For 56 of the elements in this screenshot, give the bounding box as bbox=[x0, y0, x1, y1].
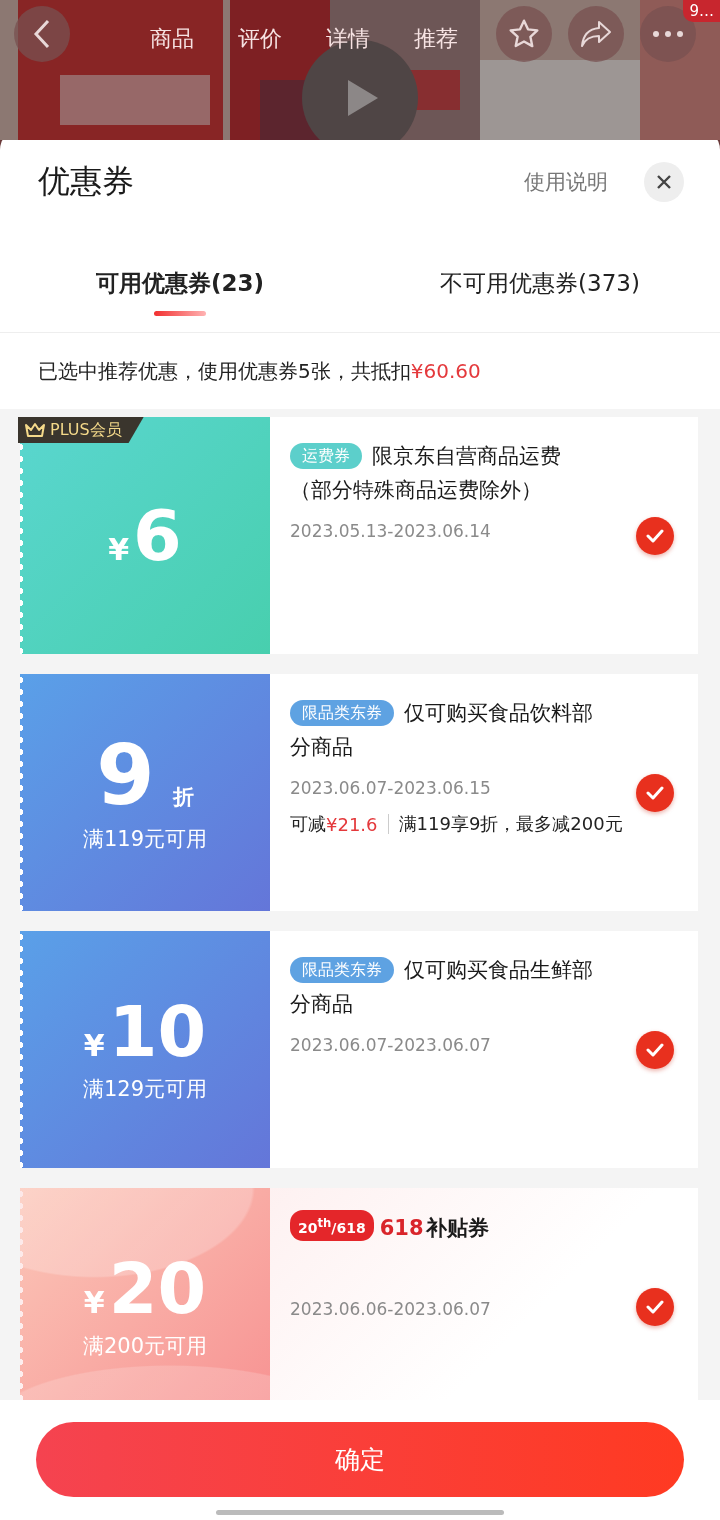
coupon-title: 分商品 bbox=[290, 991, 353, 1018]
coupon-card[interactable]: PLUS会员 ¥6 运费券 限京东自营商品运费 （部分特殊商品运费除外） 2023.05.13-2023.06.14 bbox=[20, 417, 698, 654]
discount-summary: 已选中推荐优惠，使用优惠券5张，共抵扣¥60.60 bbox=[37, 357, 482, 385]
coupon-title: 仅可购买食品饮料部 bbox=[404, 701, 593, 725]
tab-indicator bbox=[154, 311, 206, 316]
coupon-title: 限京东自营商品运费 bbox=[372, 444, 561, 468]
usage-condition: 满129元可用 bbox=[82, 1075, 208, 1103]
usage-condition: 满200元可用 bbox=[82, 1332, 208, 1360]
validity-date: 2023.06.07-2023.06.07 bbox=[290, 1035, 492, 1055]
help-link[interactable]: 使用说明 bbox=[524, 167, 608, 196]
check-circle[interactable] bbox=[636, 773, 674, 812]
coupon-title: 仅可购买食品生鲜部 bbox=[404, 958, 593, 982]
sheet-title: 优惠券 bbox=[38, 160, 135, 202]
check-circle[interactable] bbox=[636, 1030, 674, 1069]
coupon-title: （部分特殊商品运费除外） bbox=[290, 477, 542, 504]
check-circle[interactable] bbox=[636, 516, 674, 555]
coupon-value: 10 bbox=[108, 996, 207, 1067]
currency-symbol: ¥ bbox=[83, 1027, 105, 1063]
coupon-value: 9 bbox=[96, 732, 155, 817]
close-icon bbox=[656, 173, 672, 190]
crown-icon bbox=[24, 422, 46, 438]
discount-unit: 折 bbox=[172, 783, 194, 811]
usage-condition: 满119元可用 bbox=[82, 825, 208, 853]
coupon-card[interactable]: 9 折 满119元可用 限品类东券 仅可购买食品饮料部 分商品 2023.06.07-2023.06.15 可减¥21.6 满119享9折，最多减200元 bbox=[20, 674, 698, 911]
currency-symbol: ¥ bbox=[83, 1284, 105, 1320]
nav-tab[interactable]: 详情 bbox=[326, 24, 370, 54]
event-number: 618 bbox=[379, 1215, 424, 1240]
coupon-value: 20 bbox=[108, 1253, 207, 1324]
validity-date: 2023.06.07-2023.06.15 bbox=[290, 778, 492, 798]
coupon-tab[interactable]: 不可用优惠券(373) bbox=[360, 235, 720, 332]
coupon-tab[interactable]: 可用优惠券(23) bbox=[0, 235, 360, 332]
currency-symbol: ¥ bbox=[108, 531, 130, 567]
coupon-tag: 运费券 bbox=[290, 443, 362, 469]
coupon-value: 6 bbox=[133, 500, 182, 571]
validity-date: 2023.05.13-2023.06.14 bbox=[290, 521, 492, 541]
nav-tab[interactable]: 推荐 bbox=[414, 24, 458, 54]
confirm-button[interactable]: 确定 bbox=[36, 1422, 684, 1497]
share-icon bbox=[580, 20, 612, 48]
star-icon bbox=[508, 18, 540, 50]
coupon-tag: 20$^{th}$/618 bbox=[290, 1210, 374, 1241]
back-icon bbox=[33, 19, 51, 49]
close-button[interactable] bbox=[644, 161, 684, 202]
nav-tab[interactable]: 商品 bbox=[150, 24, 194, 54]
savings-text: 可减¥21.6 满119享9折，最多减200元 bbox=[290, 812, 624, 836]
plus-badge: PLUS会员 bbox=[18, 417, 144, 443]
coupon-card[interactable]: ¥10 满129元可用 限品类东券 仅可购买食品生鲜部 分商品 2023.06.07-2023.06.07 bbox=[20, 931, 698, 1168]
more-icon bbox=[653, 31, 683, 37]
coupon-title: 分商品 bbox=[290, 734, 353, 761]
coupon-tag: 限品类东券 bbox=[290, 957, 394, 983]
coupon-title: 补贴券 bbox=[425, 1215, 489, 1240]
coupon-card[interactable]: ¥20 满200元可用 20$^{th}$/618 618补贴券 2023.06.06-2023.06.07 bbox=[20, 1188, 698, 1400]
validity-date: 2023.06.06-2023.06.07 bbox=[290, 1298, 492, 1319]
message-count-badge: 9… bbox=[683, 0, 720, 22]
check-circle[interactable] bbox=[636, 1287, 674, 1326]
coupon-tag: 限品类东券 bbox=[290, 700, 394, 726]
nav-tab[interactable]: 评价 bbox=[238, 24, 282, 54]
